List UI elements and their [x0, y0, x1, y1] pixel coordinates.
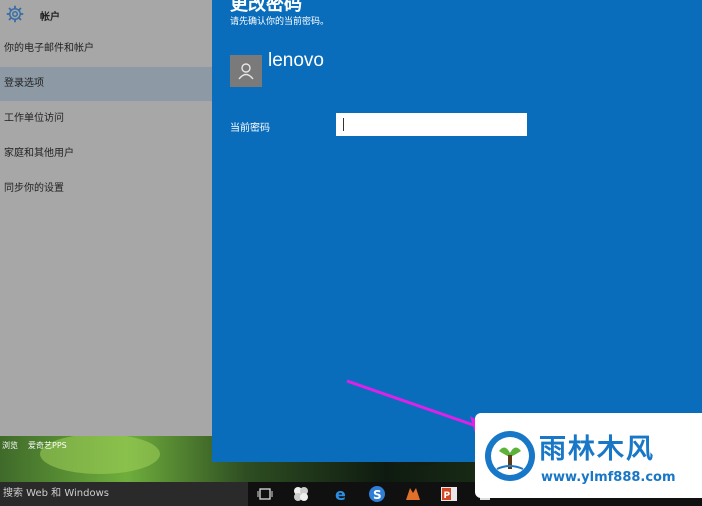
- watermark-url: www.ylmf888.com: [541, 470, 676, 485]
- avatar: [230, 55, 262, 87]
- taskbar-search-box[interactable]: 搜索 Web 和 Windows: [0, 482, 248, 506]
- user-icon: [238, 63, 254, 80]
- change-password-dialog: 更改密码 请先确认你的当前密码。 lenovo 当前密码: [212, 0, 702, 462]
- watermark-name: 雨林木风: [539, 434, 655, 465]
- watermark-logo-icon: [485, 431, 535, 481]
- current-password-input[interactable]: [336, 113, 527, 136]
- username: lenovo: [268, 50, 324, 71]
- gear-icon[interactable]: [6, 5, 24, 23]
- nav-item-work-access[interactable]: 工作单位访问: [0, 102, 212, 136]
- task-view-icon[interactable]: [256, 485, 274, 503]
- nav-item-sign-in-options[interactable]: 登录选项: [0, 67, 212, 101]
- settings-panel: 帐户 你的电子邮件和帐户 登录选项 工作单位访问 家庭和其他用户 同步你的设置: [0, 0, 212, 436]
- settings-title: 帐户: [40, 12, 60, 23]
- nav-item-family-users[interactable]: 家庭和其他用户: [0, 137, 212, 171]
- text-caret: [343, 118, 344, 131]
- desktop-icon-label[interactable]: 爱奇艺PPS: [28, 440, 67, 451]
- nav-item-sync-settings[interactable]: 同步你的设置: [0, 172, 212, 206]
- powerpoint-icon[interactable]: P: [440, 485, 458, 503]
- edge-icon[interactable]: e: [333, 485, 351, 503]
- desktop-icon-label[interactable]: 浏览: [2, 440, 18, 451]
- svg-text:e: e: [335, 485, 346, 503]
- app-pinwheel-icon[interactable]: [292, 485, 310, 503]
- firefox-icon[interactable]: [404, 485, 422, 503]
- svg-text:S: S: [373, 488, 382, 502]
- nav-item-email-accounts[interactable]: 你的电子邮件和帐户: [0, 32, 212, 66]
- dialog-subtitle: 请先确认你的当前密码。: [230, 17, 330, 27]
- svg-text:P: P: [444, 491, 451, 501]
- password-label: 当前密码: [230, 123, 270, 134]
- watermark: 雨林木风 www.ylmf888.com: [475, 413, 702, 498]
- settings-header: 帐户: [0, 0, 212, 30]
- sogou-browser-icon[interactable]: S: [368, 485, 386, 503]
